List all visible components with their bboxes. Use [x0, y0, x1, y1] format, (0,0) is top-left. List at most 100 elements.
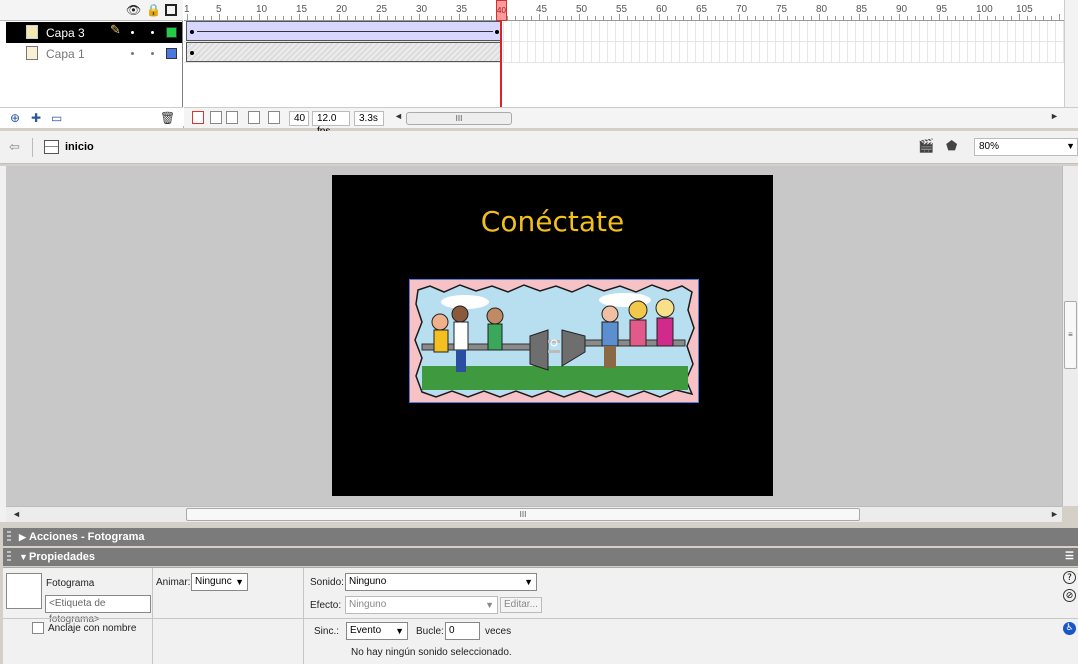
frame-label-input[interactable]: <Etiqueta de fotograma>: [45, 595, 151, 625]
ruler-tick: [331, 16, 332, 20]
trash-icon[interactable]: 🗑: [160, 111, 175, 125]
lock-dot[interactable]: [151, 52, 154, 55]
visibility-dot[interactable]: [131, 31, 134, 34]
ruler-tick: [787, 16, 788, 20]
scene-name[interactable]: inicio: [65, 141, 94, 153]
ruler-label: 20: [336, 4, 348, 15]
frame-track-capa-1[interactable]: [184, 42, 1064, 63]
frame-track-capa-3[interactable]: [184, 21, 1064, 42]
stage-horizontal-thumb[interactable]: III: [186, 508, 860, 521]
scene-icon: [44, 140, 59, 154]
keyframe[interactable]: [190, 30, 194, 34]
edit-sound-button[interactable]: Editar...: [500, 597, 542, 613]
chevron-down-icon: ▼: [395, 626, 404, 636]
layer-footer: ⊕ ✚ ▭ 🗑: [0, 107, 183, 128]
center-frame-icon[interactable]: [192, 111, 204, 124]
stage-vertical-scrollbar[interactable]: ≡: [1062, 166, 1078, 506]
ruler-tick: [411, 16, 412, 20]
visibility-dot[interactable]: [131, 52, 134, 55]
help-icon[interactable]: ?: [1063, 571, 1076, 584]
ruler-tick: [995, 16, 996, 20]
sound-value: Ninguno: [349, 576, 387, 587]
add-layer-icon[interactable]: ⊕: [10, 111, 20, 125]
ruler-tick: [291, 16, 292, 20]
keyframe[interactable]: [495, 30, 499, 34]
keyframe[interactable]: [190, 51, 194, 55]
lock-dot[interactable]: [151, 31, 154, 34]
edit-symbols-icon[interactable]: ⬟: [946, 139, 964, 155]
lock-icon[interactable]: 🔒: [146, 3, 161, 17]
outline-icon[interactable]: [165, 4, 177, 16]
sound-select[interactable]: Ninguno ▼: [345, 573, 537, 591]
layer-color-box[interactable]: [166, 48, 177, 59]
ruler-tick: [595, 16, 596, 20]
zoom-select[interactable]: 80% ▼: [974, 138, 1078, 156]
stage[interactable]: Conéctate: [332, 175, 773, 496]
panel-menu-icon[interactable]: ☰: [1065, 548, 1074, 566]
ruler-tick: [1035, 16, 1036, 20]
ruler-tick: [915, 16, 916, 20]
anchor-checkbox[interactable]: [32, 622, 44, 634]
animate-select[interactable]: Ningunc ▼: [191, 573, 248, 591]
chevron-down-icon: ▼: [485, 600, 494, 610]
ruler-tick: [323, 16, 324, 20]
frame-rate[interactable]: 12.0 fps: [312, 111, 350, 137]
motion-tween-span[interactable]: [186, 21, 501, 41]
clipart-image[interactable]: [409, 279, 699, 403]
ruler-tick: [451, 16, 452, 20]
static-frame-span[interactable]: [186, 42, 501, 62]
panel-grip-icon[interactable]: [7, 531, 11, 543]
ruler-tick: [851, 16, 852, 20]
onion-outline-icon[interactable]: [226, 111, 238, 124]
layer-row-capa-3[interactable]: Capa 3 ✎: [6, 22, 182, 43]
ruler-tick: [827, 16, 828, 20]
zoom-value: 80%: [979, 141, 1000, 152]
ruler-label: 15: [296, 4, 308, 15]
ruler-label: 85: [856, 4, 868, 15]
scroll-right-arrow[interactable]: ►: [1050, 111, 1059, 121]
ruler-tick: [795, 16, 796, 20]
sync-select[interactable]: Evento ▼: [346, 622, 408, 640]
effect-label: Efecto:: [310, 600, 342, 611]
scroll-left-arrow[interactable]: ◄: [12, 509, 21, 519]
edit-scene-icon[interactable]: 🎬: [918, 139, 936, 155]
scroll-right-arrow[interactable]: ►: [1050, 509, 1059, 519]
stage-title-text[interactable]: Conéctate: [332, 205, 773, 238]
layer-color-box[interactable]: [166, 27, 177, 38]
flash-editor-window: 👁 🔒 Capa 3 ✎ Capa 1 ⊕ ✚ ▭ 🗑 1 5 10 15 20…: [0, 0, 1078, 664]
stage-area[interactable]: Conéctate: [6, 166, 1062, 506]
type-label: Fotograma: [46, 578, 95, 589]
playhead[interactable]: 40: [496, 0, 507, 21]
ruler-tick: [843, 16, 844, 20]
ruler-label: 10: [256, 4, 268, 15]
ruler-tick: [611, 16, 612, 20]
layer-row-capa-1[interactable]: Capa 1: [6, 43, 182, 64]
ruler-tick: [355, 16, 356, 20]
timeline-scroll-thumb[interactable]: III: [406, 112, 512, 125]
effect-select[interactable]: Ninguno ▼: [345, 596, 498, 614]
edit-multiple-frames-icon[interactable]: [248, 111, 260, 124]
add-folder-icon[interactable]: ▭: [51, 111, 62, 125]
ruler-tick: [227, 16, 228, 20]
ruler-label: 5: [216, 4, 222, 15]
onion-markers-icon[interactable]: [268, 111, 280, 124]
loop-input[interactable]: 0: [445, 622, 480, 640]
stage-vertical-thumb[interactable]: ≡: [1064, 301, 1077, 369]
stage-horizontal-scrollbar[interactable]: ◄ III ►: [6, 506, 1062, 522]
ruler-tick: [515, 16, 516, 20]
accessibility-icon[interactable]: ♿: [1063, 622, 1076, 635]
scroll-left-arrow[interactable]: ◄: [394, 111, 403, 121]
timeline-vertical-scrollbar[interactable]: [1064, 0, 1078, 107]
eye-icon[interactable]: 👁: [126, 3, 141, 17]
properties-panel-header[interactable]: ▼ Propiedades ☰: [3, 548, 1078, 566]
frame-ruler[interactable]: 1510152025303540455055606570758085909510…: [184, 0, 1064, 21]
ruler-tick: [587, 16, 588, 20]
properties-panel: Fotograma <Etiqueta de fotograma> Anclaj…: [3, 567, 1078, 664]
add-guide-layer-icon[interactable]: ✚: [31, 111, 41, 125]
compass-icon[interactable]: ⊘: [1063, 589, 1076, 602]
back-arrow-icon[interactable]: ⇦: [9, 140, 20, 155]
actions-panel-header[interactable]: ▶ Acciones - Fotograma: [3, 528, 1078, 546]
sync-value: Evento: [350, 625, 382, 636]
panel-grip-icon[interactable]: [7, 551, 11, 563]
onion-skin-icon[interactable]: [210, 111, 222, 124]
